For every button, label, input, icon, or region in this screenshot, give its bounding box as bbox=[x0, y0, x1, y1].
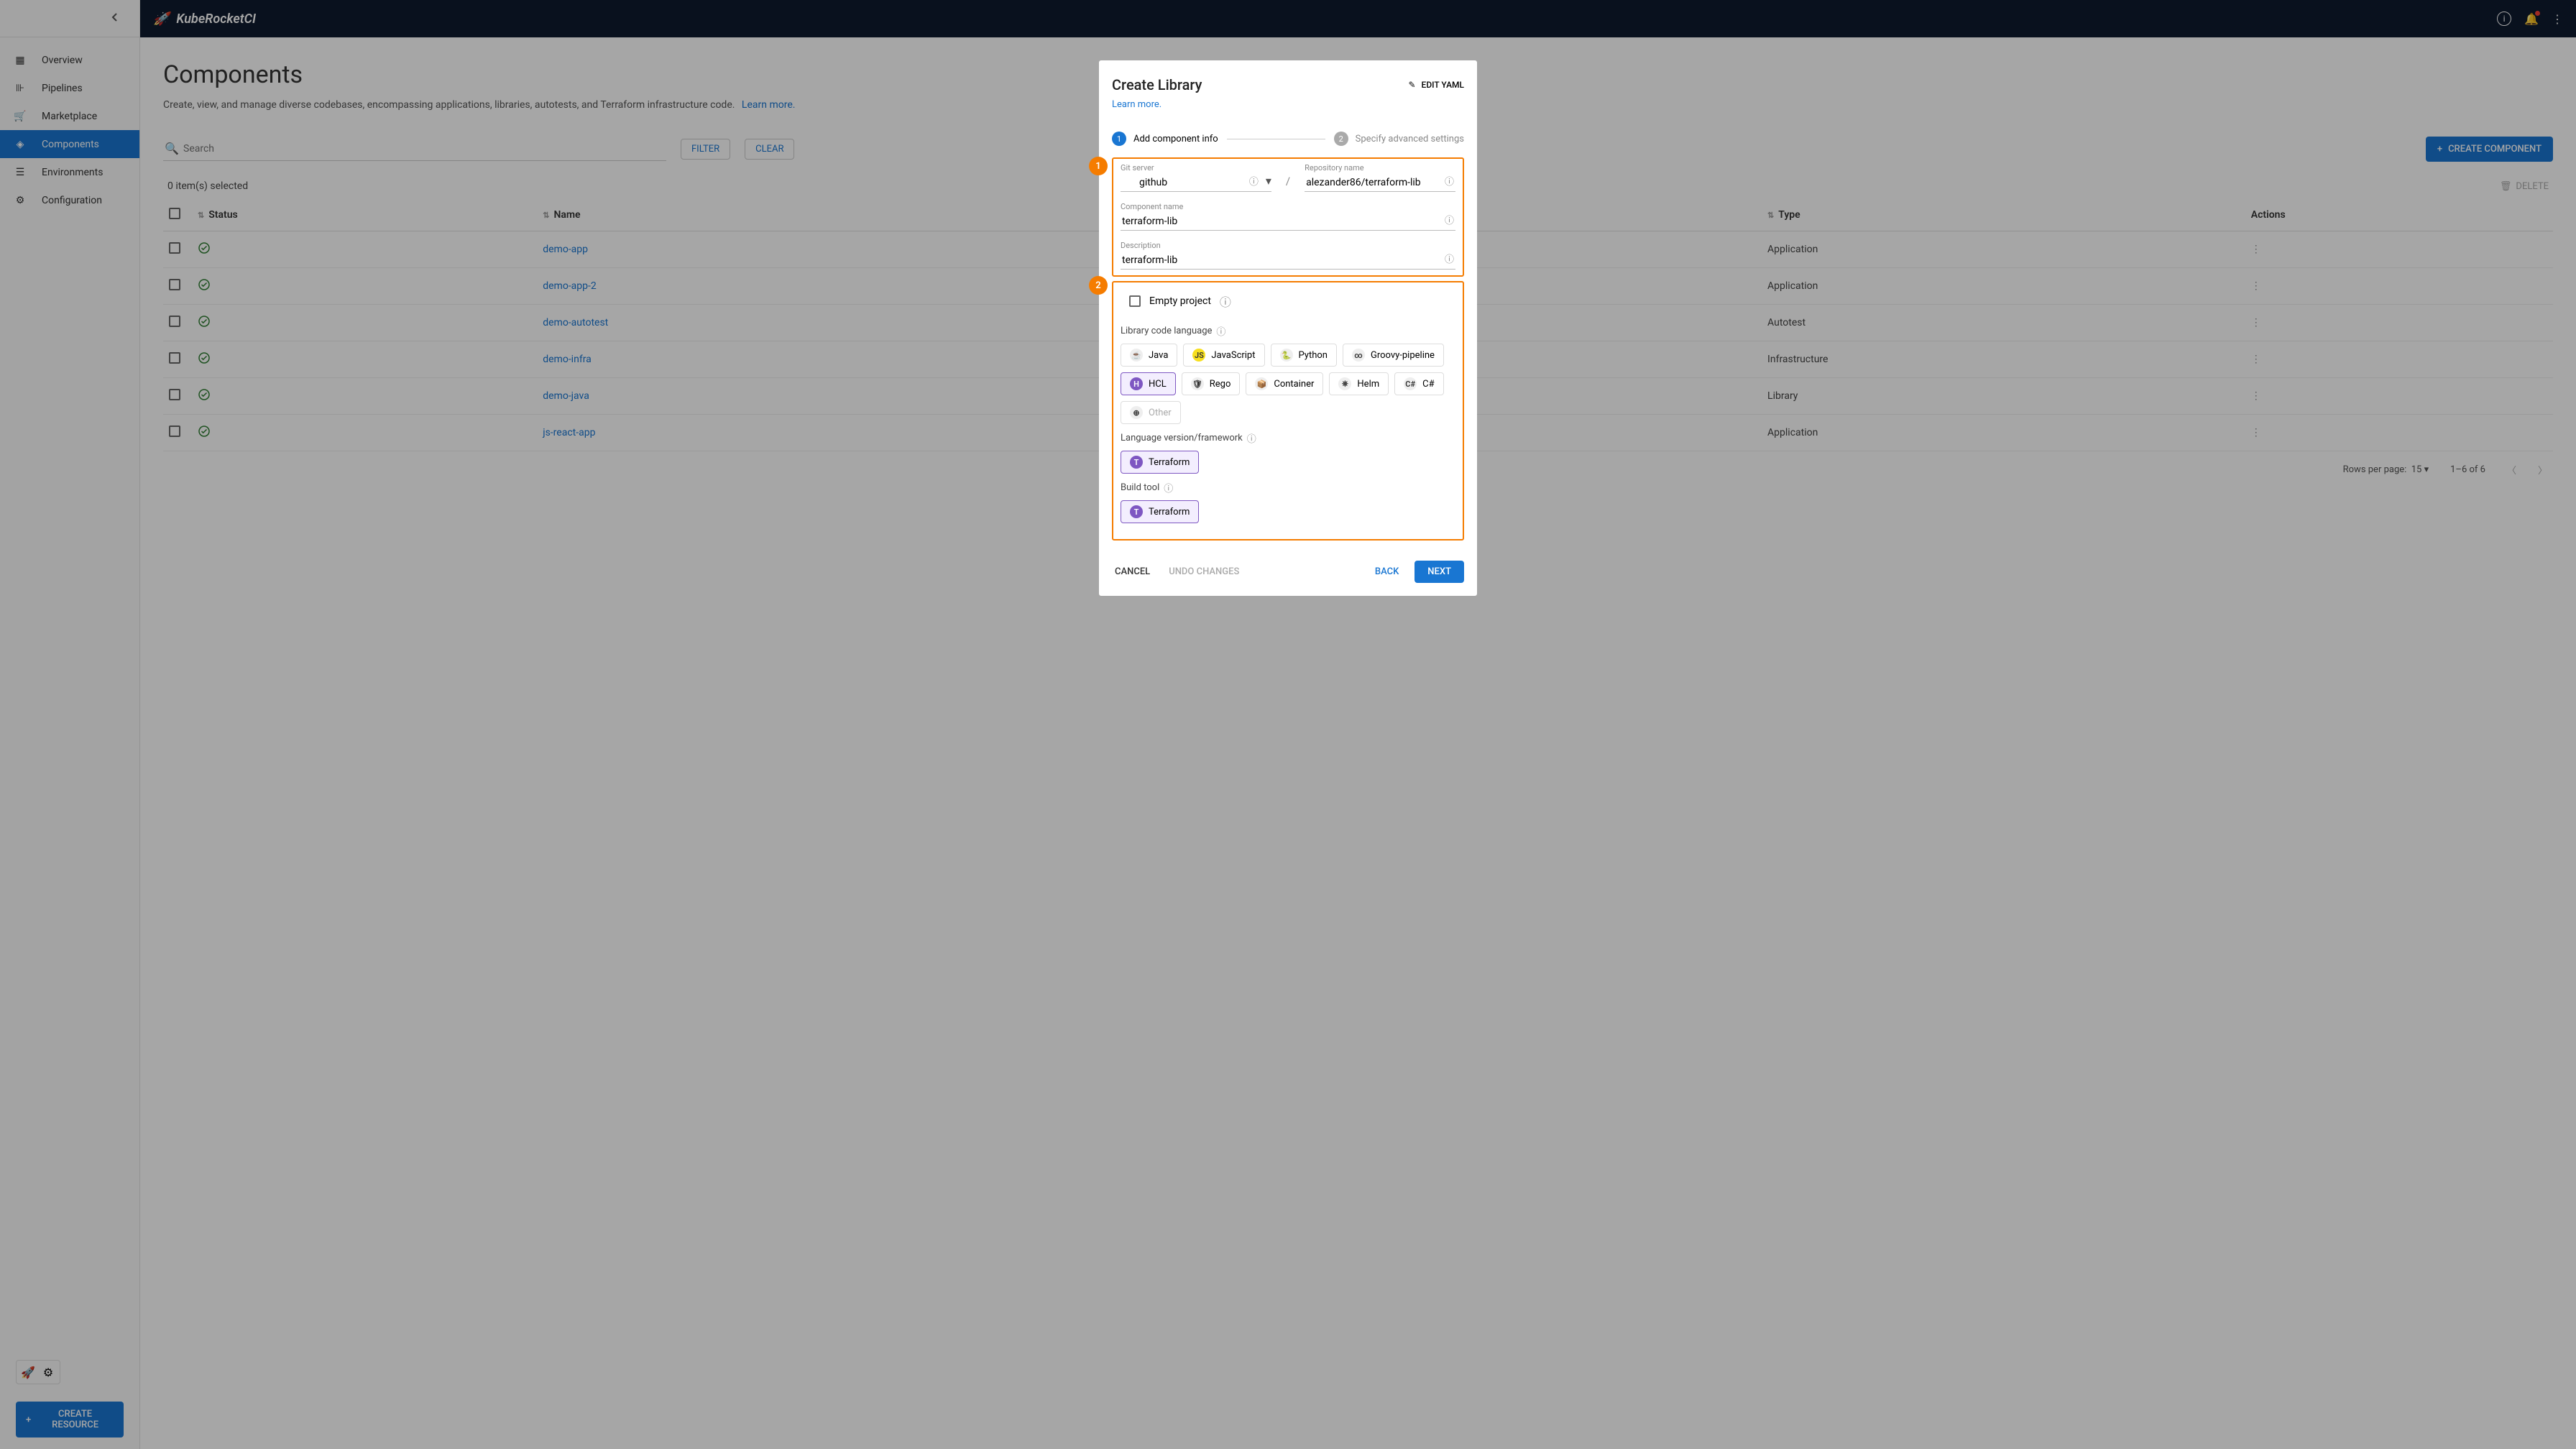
lang-chip-rego[interactable]: 🛡 Rego bbox=[1182, 372, 1241, 395]
info-icon[interactable]: ⓘ bbox=[1445, 213, 1454, 226]
buildtool-label: Build tool bbox=[1121, 482, 1159, 493]
other-icon: ⊕ bbox=[1130, 406, 1143, 419]
path-separator: / bbox=[1283, 175, 1293, 192]
annotation-2: 2 bbox=[1089, 276, 1108, 295]
chip-label: Other bbox=[1149, 408, 1172, 418]
info-icon[interactable]: ⓘ bbox=[1445, 174, 1454, 188]
info-icon[interactable]: ⓘ bbox=[1247, 431, 1256, 445]
lang-chip-javascript[interactable]: JS JavaScript bbox=[1183, 344, 1264, 367]
framework-chip-terraform[interactable]: T Terraform bbox=[1121, 451, 1199, 474]
code-lang-label: Library code language bbox=[1121, 326, 1212, 336]
modal-learn-more[interactable]: Learn more. bbox=[1112, 99, 1464, 110]
python-icon: 🐍 bbox=[1280, 349, 1293, 362]
repo-name-label: Repository name bbox=[1305, 163, 1455, 172]
chip-label: HCL bbox=[1149, 379, 1167, 390]
step-1-label: Add component info bbox=[1133, 134, 1218, 144]
description-label: Description bbox=[1121, 241, 1455, 250]
chip-label: Java bbox=[1149, 350, 1168, 361]
description-input[interactable] bbox=[1121, 252, 1455, 270]
rego-icon: 🛡 bbox=[1191, 377, 1204, 390]
component-name-input[interactable] bbox=[1121, 213, 1455, 231]
chip-label: Rego bbox=[1210, 379, 1231, 390]
modal-title: Create Library bbox=[1112, 76, 1202, 93]
info-icon[interactable]: ⓘ bbox=[1220, 293, 1231, 310]
java-icon: ☕ bbox=[1130, 349, 1143, 362]
lang-chip-java[interactable]: ☕ Java bbox=[1121, 344, 1177, 367]
chevron-down-icon[interactable]: ▾ bbox=[1266, 174, 1271, 188]
lang-chip-groovy-pipeline[interactable]: ∞ Groovy-pipeline bbox=[1343, 344, 1444, 367]
pencil-icon: ✎ bbox=[1408, 80, 1415, 90]
chip-label: Terraform bbox=[1149, 507, 1190, 518]
create-library-modal: 1 2 Create Library ✎ EDIT YAML Learn mor… bbox=[1099, 60, 1477, 596]
edit-yaml-label: EDIT YAML bbox=[1422, 80, 1464, 90]
buildtool-chip-terraform[interactable]: T Terraform bbox=[1121, 500, 1199, 523]
modal-overlay: 1 2 Create Library ✎ EDIT YAML Learn mor… bbox=[0, 0, 2576, 1449]
chip-label: Groovy-pipeline bbox=[1371, 350, 1435, 361]
chip-label: Helm bbox=[1357, 379, 1379, 390]
terraform-icon: T bbox=[1130, 456, 1143, 469]
hcl-icon: H bbox=[1130, 377, 1143, 390]
lang-chip-hcl[interactable]: H HCL bbox=[1121, 372, 1176, 395]
info-icon[interactable]: ⓘ bbox=[1445, 252, 1454, 265]
chip-label: JavaScript bbox=[1211, 350, 1255, 361]
edit-yaml-button[interactable]: ✎ EDIT YAML bbox=[1408, 80, 1464, 90]
lang-chip-container[interactable]: 📦 Container bbox=[1246, 372, 1323, 395]
lang-chip-helm[interactable]: ⎈ Helm bbox=[1329, 372, 1389, 395]
chip-label: Terraform bbox=[1149, 457, 1190, 468]
repo-name-input[interactable] bbox=[1305, 174, 1455, 192]
info-icon[interactable]: ⓘ bbox=[1249, 174, 1259, 188]
lang-chip-python[interactable]: 🐍 Python bbox=[1271, 344, 1337, 367]
step-1-badge: 1 bbox=[1112, 132, 1126, 146]
chip-label: Container bbox=[1274, 379, 1314, 390]
back-button[interactable]: BACK bbox=[1372, 561, 1402, 583]
info-icon[interactable]: ⓘ bbox=[1164, 481, 1173, 494]
info-icon[interactable]: ⓘ bbox=[1216, 324, 1225, 338]
annotation-1: 1 bbox=[1089, 157, 1108, 175]
step-2-badge: 2 bbox=[1334, 132, 1348, 146]
helm-icon: ⎈ bbox=[1338, 377, 1351, 390]
groovy-pipeline-icon: ∞ bbox=[1352, 349, 1365, 362]
terraform-icon: T bbox=[1130, 505, 1143, 518]
framework-label: Language version/framework bbox=[1121, 433, 1243, 443]
undo-button[interactable]: UNDO CHANGES bbox=[1166, 561, 1242, 583]
git-server-label: Git server bbox=[1121, 163, 1271, 172]
empty-project-checkbox[interactable] bbox=[1129, 295, 1141, 307]
c#-icon: C# bbox=[1404, 377, 1417, 390]
empty-project-label: Empty project bbox=[1149, 295, 1211, 307]
next-button[interactable]: NEXT bbox=[1414, 561, 1464, 583]
lang-chip-c#[interactable]: C# C# bbox=[1394, 372, 1443, 395]
lang-chip-other[interactable]: ⊕ Other bbox=[1121, 401, 1181, 424]
chip-label: Python bbox=[1299, 350, 1328, 361]
component-name-label: Component name bbox=[1121, 202, 1455, 211]
step-2-label: Specify advanced settings bbox=[1356, 134, 1464, 144]
javascript-icon: JS bbox=[1192, 349, 1205, 362]
container-icon: 📦 bbox=[1255, 377, 1268, 390]
chip-label: C# bbox=[1422, 379, 1434, 390]
cancel-button[interactable]: CANCEL bbox=[1112, 561, 1153, 583]
